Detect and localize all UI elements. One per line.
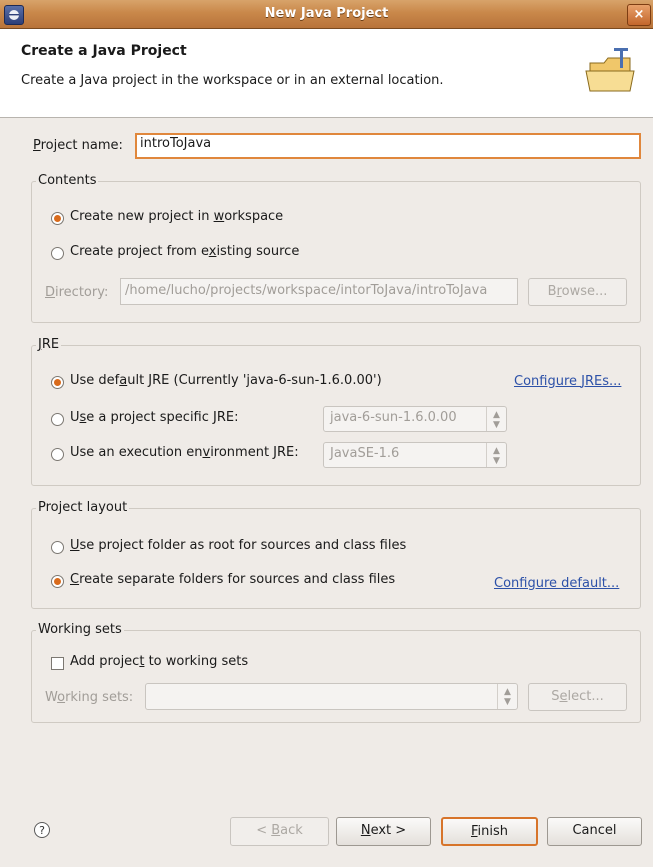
help-icon[interactable]: ? xyxy=(34,822,50,838)
close-icon[interactable]: × xyxy=(627,4,651,26)
cancel-button[interactable]: Cancel xyxy=(547,817,642,846)
page-title: Create a Java Project xyxy=(21,43,187,59)
separate-folders-radio[interactable] xyxy=(51,575,64,588)
new-java-project-folder-icon xyxy=(584,43,640,99)
default-jre-label[interactable]: Use default JRE (Currently 'java-6-sun-1… xyxy=(70,373,382,388)
spinner-arrows-icon: ▲ ▼ xyxy=(486,407,506,431)
working-sets-label: Working sets: xyxy=(45,690,134,705)
wizard-header: Create a Java Project Create a Java proj… xyxy=(0,29,653,118)
specific-jre-radio[interactable] xyxy=(51,413,64,426)
spinner-arrows-icon: ▲ ▼ xyxy=(486,443,506,467)
directory-label: Directory: xyxy=(45,285,109,300)
specific-jre-label[interactable]: Use a project specific JRE: xyxy=(70,410,239,425)
execution-env-select[interactable]: JavaSE-1.6 ▲ ▼ xyxy=(323,442,507,468)
browse-button[interactable]: Browse... xyxy=(528,278,627,306)
add-to-working-sets-label[interactable]: Add project to working sets xyxy=(70,654,248,669)
directory-input[interactable]: /home/lucho/projects/workspace/intorToJa… xyxy=(120,278,518,305)
default-jre-radio[interactable] xyxy=(51,376,64,389)
project-name-label: Project name: xyxy=(33,138,123,153)
project-layout-group: Project layout xyxy=(31,500,641,609)
project-root-radio[interactable] xyxy=(51,541,64,554)
next-button[interactable]: Next > xyxy=(336,817,431,846)
add-to-working-sets-checkbox[interactable] xyxy=(51,657,64,670)
execution-env-label[interactable]: Use an execution environment JRE: xyxy=(70,445,299,460)
configure-default-link[interactable]: Configure default... xyxy=(494,576,619,591)
separate-folders-label[interactable]: Create separate folders for sources and … xyxy=(70,572,395,587)
specific-jre-select[interactable]: java-6-sun-1.6.0.00 ▲ ▼ xyxy=(323,406,507,432)
create-in-workspace-radio[interactable] xyxy=(51,212,64,225)
title-bar: New Java Project × xyxy=(0,0,653,29)
jre-legend: JRE xyxy=(36,337,62,352)
select-working-sets-button[interactable]: Select... xyxy=(528,683,627,711)
working-sets-select[interactable]: ▲ ▼ xyxy=(145,683,518,710)
working-sets-legend: Working sets xyxy=(36,622,124,637)
spinner-arrows-icon: ▲ ▼ xyxy=(497,684,517,709)
configure-jres-link[interactable]: Configure JREs... xyxy=(514,374,621,389)
finish-button[interactable]: Finish xyxy=(441,817,538,846)
create-from-existing-label[interactable]: Create project from existing source xyxy=(70,244,299,259)
page-description: Create a Java project in the workspace o… xyxy=(21,73,444,88)
back-button[interactable]: < Back xyxy=(230,817,329,846)
create-in-workspace-label[interactable]: Create new project in workspace xyxy=(70,209,283,224)
create-from-existing-radio[interactable] xyxy=(51,247,64,260)
contents-legend: Contents xyxy=(36,173,99,188)
execution-env-radio[interactable] xyxy=(51,448,64,461)
project-root-label[interactable]: Use project folder as root for sources a… xyxy=(70,538,406,553)
window-title: New Java Project xyxy=(264,6,389,21)
project-name-input[interactable]: introToJava xyxy=(135,133,641,159)
project-layout-legend: Project layout xyxy=(36,500,130,515)
